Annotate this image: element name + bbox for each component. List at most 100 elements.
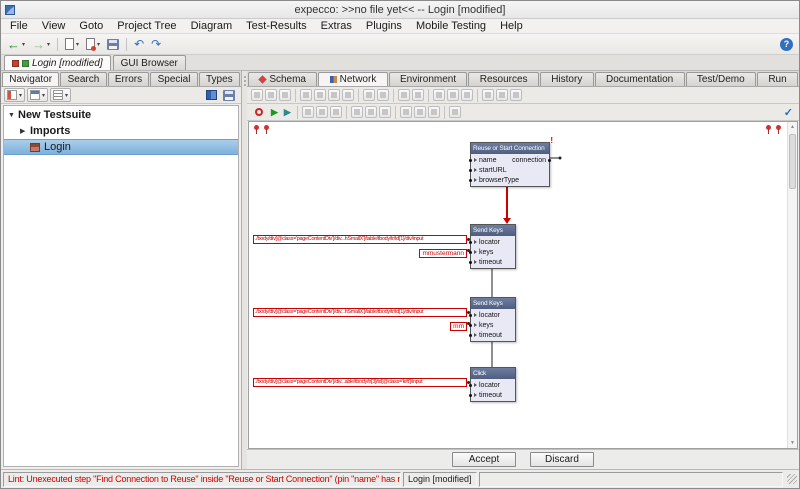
tab-run[interactable]: Run: [757, 72, 798, 86]
pushpin-icon[interactable]: [765, 125, 773, 135]
add-output-pin-icon[interactable]: [412, 89, 424, 101]
tree-item-login[interactable]: Login: [4, 139, 238, 155]
input-pin-label[interactable]: name: [479, 157, 497, 164]
undo-button[interactable]: ↶: [131, 35, 147, 53]
save-element-icon[interactable]: [279, 89, 291, 101]
tab-search[interactable]: Search: [60, 72, 106, 86]
copy-icon[interactable]: [314, 89, 326, 101]
input-pin-label[interactable]: browserType: [479, 177, 519, 184]
tab-documentation[interactable]: Documentation: [595, 72, 685, 86]
toggle-breakpoint-icon[interactable]: [351, 106, 363, 118]
fit-view-icon[interactable]: [428, 106, 440, 118]
input-pin-label[interactable]: timeout: [479, 259, 502, 266]
output-pin-label[interactable]: connection: [512, 157, 546, 164]
new-item-menu-button[interactable]: ▾: [4, 88, 25, 102]
export-image-icon[interactable]: [496, 89, 508, 101]
sort-menu-button[interactable]: ▾: [50, 88, 71, 102]
input-pin-label[interactable]: locator: [479, 312, 500, 319]
input-pin-label[interactable]: locator: [479, 239, 500, 246]
pin-value-keys-2[interactable]: mm: [253, 319, 467, 328]
load-element-icon[interactable]: [265, 89, 277, 101]
tab-types[interactable]: Types: [199, 72, 240, 86]
input-pin-label[interactable]: timeout: [479, 332, 502, 339]
tab-gui-browser[interactable]: GUI Browser: [113, 55, 186, 70]
paste-icon[interactable]: [328, 89, 340, 101]
step-block-send-keys-1[interactable]: Send Keys locator keys timeout: [470, 224, 516, 269]
help-button[interactable]: ?: [777, 35, 796, 53]
diagram-canvas[interactable]: ! Reuse or Start Connection name connect…: [248, 121, 798, 449]
pin-value-xpath-1[interactable]: ./body/div[@class='pageContentDiv']/div.…: [253, 235, 467, 244]
view-mode-menu-button[interactable]: ▾: [27, 88, 48, 102]
forward-button[interactable]: → ▾: [29, 35, 53, 53]
pushpin-icon[interactable]: [253, 125, 261, 135]
cut-icon[interactable]: [300, 89, 312, 101]
tab-resources[interactable]: Resources: [468, 72, 538, 86]
step-block-send-keys-2[interactable]: Send Keys locator keys timeout: [470, 297, 516, 342]
expander-icon[interactable]: ▼: [8, 112, 18, 119]
search-step-icon[interactable]: [449, 106, 461, 118]
pin-value-xpath-3[interactable]: ./body/div[@class='pageContentDiv']/div.…: [253, 378, 467, 387]
syntax-check-button[interactable]: ✓: [781, 103, 796, 121]
align-horizontal-icon[interactable]: [433, 89, 445, 101]
tree-item-imports[interactable]: ▶ Imports: [4, 123, 238, 139]
print-icon[interactable]: [510, 89, 522, 101]
delete-icon[interactable]: [342, 89, 354, 101]
expander-icon[interactable]: ▶: [20, 127, 30, 135]
move-down-icon[interactable]: [377, 89, 389, 101]
resize-grip[interactable]: [787, 474, 797, 484]
scroll-down-icon[interactable]: ▼: [788, 438, 797, 448]
menu-project-tree[interactable]: Project Tree: [110, 19, 183, 33]
tab-environment[interactable]: Environment: [389, 72, 468, 86]
record-button[interactable]: [250, 103, 268, 121]
move-up-icon[interactable]: [363, 89, 375, 101]
scroll-up-icon[interactable]: ▲: [788, 122, 797, 132]
new-element-icon[interactable]: [251, 89, 263, 101]
input-pin-label[interactable]: keys: [479, 249, 493, 256]
pushpin-icon[interactable]: [263, 125, 271, 135]
align-vertical-icon[interactable]: [447, 89, 459, 101]
tree-item-testsuite[interactable]: ▼ New Testsuite: [4, 107, 238, 123]
insert-comment-icon[interactable]: [482, 89, 494, 101]
auto-layout-icon[interactable]: [461, 89, 473, 101]
step-over-icon[interactable]: [302, 106, 314, 118]
pin-value-xpath-2[interactable]: ./body/div[@class='pageContentDiv']/div.…: [253, 308, 467, 317]
zoom-in-icon[interactable]: [400, 106, 412, 118]
tab-special[interactable]: Special: [150, 72, 197, 86]
pin-value-keys-1[interactable]: mmustermann: [253, 246, 467, 255]
step-block-click[interactable]: Click locator timeout: [470, 367, 516, 402]
scrollbar-thumb[interactable]: [789, 134, 796, 189]
step-into-icon[interactable]: [316, 106, 328, 118]
tab-schema[interactable]: Schema: [248, 72, 317, 86]
input-pin-label[interactable]: keys: [479, 322, 493, 329]
tab-navigator[interactable]: Navigator: [2, 72, 59, 86]
zoom-out-icon[interactable]: [414, 106, 426, 118]
step-block-reuse-or-start-connection[interactable]: ! Reuse or Start Connection name connect…: [470, 142, 550, 187]
menu-plugins[interactable]: Plugins: [359, 19, 409, 33]
back-button[interactable]: ← ▾: [4, 35, 28, 53]
open-document-button[interactable]: ▾: [83, 35, 103, 53]
tab-test-demo[interactable]: Test/Demo: [686, 72, 756, 86]
snap-to-grid-icon[interactable]: [379, 106, 391, 118]
menu-view[interactable]: View: [35, 19, 73, 33]
add-input-pin-icon[interactable]: [398, 89, 410, 101]
menu-mobile-testing[interactable]: Mobile Testing: [409, 19, 493, 33]
step-out-icon[interactable]: [330, 106, 342, 118]
input-pin-label[interactable]: timeout: [479, 392, 502, 399]
tab-history[interactable]: History: [540, 72, 594, 86]
input-pin-label[interactable]: locator: [479, 382, 500, 389]
menu-file[interactable]: File: [3, 19, 35, 33]
new-document-button[interactable]: ▾: [62, 35, 82, 53]
run-with-debugger-button[interactable]: ▶: [281, 103, 294, 121]
tab-network[interactable]: Network: [318, 72, 387, 86]
redo-button[interactable]: ↷: [148, 35, 164, 53]
show-grid-icon[interactable]: [365, 106, 377, 118]
discard-button[interactable]: Discard: [530, 452, 594, 467]
run-button[interactable]: ▶: [268, 103, 281, 121]
save-tree-button[interactable]: [220, 86, 238, 104]
library-button[interactable]: [203, 86, 220, 104]
pushpin-icon[interactable]: [775, 125, 783, 135]
tab-errors[interactable]: Errors: [108, 72, 150, 86]
tab-login[interactable]: Login [modified]: [4, 55, 111, 70]
menu-goto[interactable]: Goto: [72, 19, 110, 33]
menu-extras[interactable]: Extras: [314, 19, 359, 33]
